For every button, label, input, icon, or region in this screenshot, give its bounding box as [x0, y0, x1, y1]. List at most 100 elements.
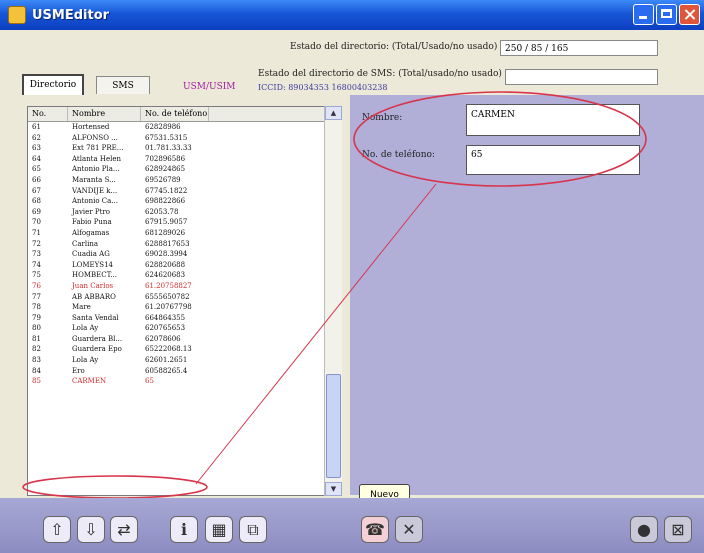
cell-name: Atlanta Helen	[72, 154, 122, 163]
cell-name: Ero	[72, 366, 85, 375]
title-bar: USMEditor	[0, 0, 704, 30]
maximize-button[interactable]	[656, 4, 677, 25]
exit-button[interactable]: ⊠	[664, 516, 692, 543]
list-item[interactable]: 76 Juan Carlos 61.20758827	[28, 281, 341, 292]
close-window-button[interactable]	[679, 4, 700, 25]
cell-phone: 62601.2651	[145, 356, 188, 365]
info-button[interactable]: ℹ	[170, 516, 198, 543]
scroll-up-icon[interactable]: ▲	[325, 106, 342, 120]
cell-number: 79	[32, 313, 41, 322]
info-icon: ℹ	[180, 520, 188, 539]
list-item[interactable]: 85 CARMEN 65	[28, 376, 341, 387]
cell-name: CARMEN	[72, 377, 107, 386]
cell-number: 83	[32, 356, 41, 365]
list-item[interactable]: 70 Fabio Puna 67915.9057	[28, 217, 341, 228]
phone-field[interactable]: 65	[466, 145, 640, 175]
cell-phone: 62053.78	[145, 207, 179, 216]
grid-icon: ▦	[211, 520, 227, 539]
cell-name: VANDIJE k...	[72, 186, 118, 195]
list-item[interactable]: 77 AB ABBARO 6555650782	[28, 292, 341, 303]
list-item[interactable]: 67 VANDIJE k... 67745.1822	[28, 186, 341, 197]
column-name[interactable]: Nombre	[68, 107, 141, 121]
cell-phone: 01.781.33.33	[145, 144, 192, 153]
cell-name: Carlina	[72, 239, 99, 248]
list-header: No. Nombre No. de teléfono	[28, 107, 341, 122]
tab-sms[interactable]: SMS	[96, 76, 150, 94]
list-rows: 61 Hortensed 62828986 62 ALFONSO ... 67531.53…	[28, 122, 341, 387]
cell-number: 80	[32, 324, 41, 333]
list-item[interactable]: 63 Ext 781 PRE... 01.781.33.33	[28, 143, 341, 154]
cell-phone: 628924865	[145, 165, 186, 174]
list-item[interactable]: 84 Ero 60588265.4	[28, 366, 341, 377]
list-item[interactable]: 74 LOMEYS14 628820688	[28, 260, 341, 271]
column-number[interactable]: No.	[28, 107, 68, 121]
new-contact-button[interactable]: ☎	[361, 516, 389, 543]
tab-directory[interactable]: Directorio	[22, 74, 84, 95]
cell-number: 75	[32, 271, 41, 280]
cell-name: LOMEYS14	[72, 260, 113, 269]
cell-name: HOMBECT...	[72, 271, 117, 280]
list-item[interactable]: 75 HOMBECT... 624620683	[28, 270, 341, 281]
cell-phone: 6555650782	[145, 292, 190, 301]
list-item[interactable]: 61 Hortensed 62828986	[28, 122, 341, 133]
globe-button[interactable]: ●	[630, 516, 658, 543]
cell-name: Lola Ay	[72, 356, 99, 365]
transfer-button[interactable]: ⇄	[110, 516, 138, 543]
cell-name: Juan Carlos	[72, 281, 114, 290]
list-item[interactable]: 83 Lola Ay 62601.2651	[28, 355, 341, 366]
cell-number: 65	[32, 165, 41, 174]
cell-phone: 65	[145, 377, 154, 386]
copy-icon: ⧉	[247, 520, 259, 539]
cell-number: 71	[32, 228, 41, 237]
list-item[interactable]: 71 Alfogamas 681289026	[28, 228, 341, 239]
cell-name: ALFONSO ...	[72, 133, 118, 142]
list-item[interactable]: 79 Santa Vendal 664864355	[28, 313, 341, 324]
scroll-down-icon[interactable]: ▼	[325, 482, 342, 496]
delete-button[interactable]: ✕	[395, 516, 423, 543]
cell-number: 74	[32, 260, 41, 269]
cell-phone: 69526789	[145, 175, 181, 184]
copy-button[interactable]: ⧉	[239, 516, 267, 543]
upload-icon: ⇧	[50, 520, 64, 539]
download-button[interactable]: ⇩	[77, 516, 105, 543]
list-item[interactable]: 64 Atlanta Helen 702896586	[28, 154, 341, 165]
grid-button[interactable]: ▦	[205, 516, 233, 543]
list-item[interactable]: 68 Antonio Ca... 698822866	[28, 196, 341, 207]
list-item[interactable]: 62 ALFONSO ... 67531.5315	[28, 133, 341, 144]
cell-number: 78	[32, 303, 41, 312]
cell-number: 85	[32, 377, 41, 386]
list-item[interactable]: 72 Carlina 6288817653	[28, 239, 341, 250]
download-icon: ⇩	[84, 520, 98, 539]
name-label: Nombre:	[362, 113, 403, 123]
scroll-thumb[interactable]	[326, 374, 341, 478]
column-phone[interactable]: No. de teléfono	[141, 107, 209, 121]
cell-name: Cuadia AG	[72, 250, 110, 259]
cell-name: Alfogamas	[72, 228, 110, 237]
list-item[interactable]: 66 Maranta S... 69526789	[28, 175, 341, 186]
cell-name: Lola Ay	[72, 324, 99, 333]
tab-usim[interactable]: USM/USIM	[183, 82, 236, 92]
cell-number: 61	[32, 123, 41, 131]
list-item[interactable]: 69 Javier Ptro 62053.78	[28, 207, 341, 218]
cell-phone: 65222068.13	[145, 345, 192, 354]
list-item[interactable]: 80 Lola Ay 620765653	[28, 323, 341, 334]
name-field[interactable]: CARMEN	[466, 104, 640, 136]
list-item[interactable]: 81 Guardera Bl... 62078606	[28, 334, 341, 345]
contacts-list: No. Nombre No. de teléfono 61 Hortensed 62…	[27, 106, 342, 496]
cell-phone: 67531.5315	[145, 133, 188, 142]
list-item[interactable]: 78 Mare 61.20767798	[28, 302, 341, 313]
list-scrollbar[interactable]: ▲ ▼	[324, 106, 342, 496]
list-item[interactable]: 73 Cuadia AG 69028.3994	[28, 249, 341, 260]
list-item[interactable]: 65 Antonio Pla... 628924865	[28, 164, 341, 175]
minimize-button[interactable]	[633, 4, 654, 25]
cell-number: 70	[32, 218, 41, 227]
list-item[interactable]: 82 Guardera Epo 65222068.13	[28, 344, 341, 355]
cell-name: Maranta S...	[72, 175, 116, 184]
cell-phone: 67745.1822	[145, 186, 188, 195]
cell-name: AB ABBARO	[72, 292, 116, 301]
upload-button[interactable]: ⇧	[43, 516, 71, 543]
cell-name: Guardera Bl...	[72, 334, 123, 343]
cell-number: 67	[32, 186, 41, 195]
cell-name: Hortensed	[72, 123, 110, 131]
directory-status-value: 250 / 85 / 165	[500, 40, 658, 56]
